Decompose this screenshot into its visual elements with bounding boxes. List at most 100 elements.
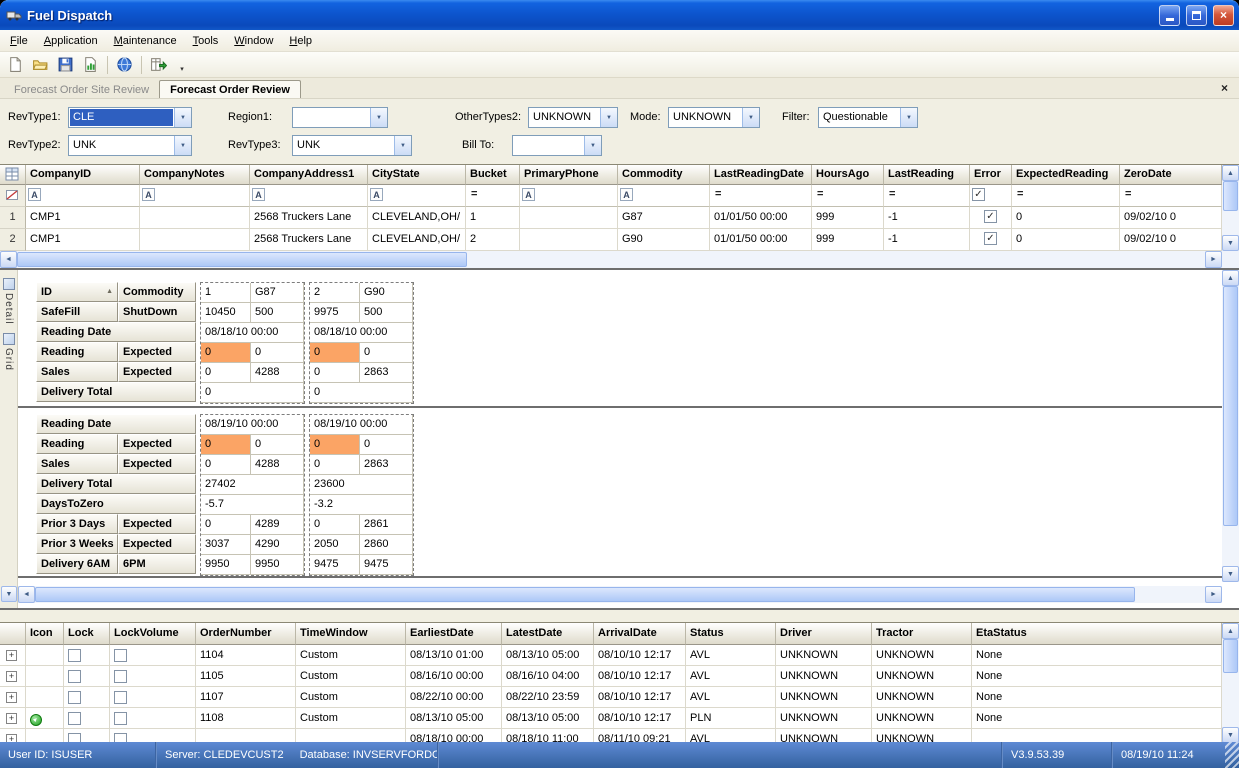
column-header-tractor[interactable]: Tractor — [872, 623, 972, 645]
scrollbar-track[interactable] — [1222, 286, 1239, 566]
column-header-timewindow[interactable]: TimeWindow — [296, 623, 406, 645]
column-header-lockvolume[interactable]: LockVolume — [110, 623, 196, 645]
checkbox-unchecked[interactable] — [68, 733, 81, 742]
filter-cell-primaryphone[interactable]: A — [520, 185, 618, 207]
checkbox-unchecked[interactable] — [68, 649, 81, 662]
side-tab-detail[interactable]: Detail — [3, 278, 15, 325]
scrollbar-thumb[interactable] — [1223, 181, 1238, 211]
expand-button[interactable]: + — [6, 650, 17, 661]
column-header-companynotes[interactable]: CompanyNotes — [140, 165, 250, 185]
v-scrollbar[interactable]: ▲ ▼ — [1222, 623, 1239, 742]
filter-row-icon[interactable] — [0, 185, 26, 207]
filter-cell-citystate[interactable]: A — [368, 185, 466, 207]
column-header-error[interactable]: Error — [970, 165, 1012, 185]
combo-revtype1[interactable]: CLE▼ — [68, 107, 192, 128]
column-header-commodity[interactable]: Commodity — [618, 165, 710, 185]
column-header-ordernumber[interactable]: OrderNumber — [196, 623, 296, 645]
h-scrollbar[interactable]: ◄ ► — [0, 251, 1222, 268]
checkbox-unchecked[interactable] — [68, 670, 81, 683]
column-header-bucket[interactable]: Bucket — [466, 165, 520, 185]
tab-close-button[interactable]: × — [1217, 81, 1232, 96]
checkbox-unchecked[interactable] — [114, 712, 127, 725]
checkbox-unchecked[interactable] — [114, 649, 127, 662]
scrollbar-track[interactable] — [17, 251, 1205, 268]
combo-revtype2[interactable]: UNK▼ — [68, 135, 192, 156]
filter-cell-zerodate[interactable]: = — [1120, 185, 1222, 207]
expand-button[interactable]: + — [6, 713, 17, 724]
scroll-right-button[interactable]: ► — [1205, 586, 1222, 603]
v-scrollbar[interactable]: ▲ ▼ — [1222, 270, 1239, 582]
combo-dropdown-button[interactable]: ▼ — [394, 136, 411, 155]
filter-cell-bucket[interactable]: = — [466, 185, 520, 207]
column-header-arrivaldate[interactable]: ArrivalDate — [594, 623, 686, 645]
column-header-hoursago[interactable]: HoursAgo — [812, 165, 884, 185]
column-header-lastreadingdate[interactable]: LastReadingDate — [710, 165, 812, 185]
table-row[interactable]: +►1108Custom08/13/10 05:0008/13/10 05:00… — [0, 708, 1222, 729]
menu-item-tools[interactable]: Tools — [185, 32, 227, 50]
table-row[interactable]: +1107Custom08/22/10 00:0008/22/10 23:590… — [0, 687, 1222, 708]
menu-item-file[interactable]: File — [2, 32, 36, 50]
scroll-right-button[interactable]: ► — [1205, 251, 1222, 268]
column-header-companyaddress1[interactable]: CompanyAddress1 — [250, 165, 368, 185]
expand-button[interactable]: + — [6, 692, 17, 703]
column-header-companyid[interactable]: CompanyID — [26, 165, 140, 185]
filter-cell-expectedreading[interactable]: = — [1012, 185, 1120, 207]
combo-revtype3[interactable]: UNK▼ — [292, 135, 412, 156]
checkbox-unchecked[interactable] — [68, 691, 81, 704]
scrollbar-thumb[interactable] — [1223, 286, 1238, 526]
menu-item-maintenance[interactable]: Maintenance — [106, 32, 185, 50]
table-row[interactable]: 2CMP12568 Truckers LaneCLEVELAND,OH/2G90… — [0, 229, 1222, 251]
scroll-down-button[interactable]: ▼ — [1222, 727, 1239, 742]
combo-filter[interactable]: Questionable▼ — [818, 107, 918, 128]
close-button[interactable]: × — [1213, 5, 1234, 26]
scroll-left-button[interactable]: ◄ — [0, 251, 17, 268]
combo-dropdown-button[interactable]: ▼ — [742, 108, 759, 127]
open-folder-icon[interactable] — [29, 54, 52, 76]
combo-mode[interactable]: UNKNOWN▼ — [668, 107, 760, 128]
exit-icon[interactable] — [147, 54, 170, 76]
collapse-panel-button[interactable]: ▼ — [1, 586, 17, 602]
maximize-button[interactable] — [1186, 5, 1207, 26]
column-header-primaryphone[interactable]: PrimaryPhone — [520, 165, 618, 185]
combo-bill-to[interactable]: ▼ — [512, 135, 602, 156]
tab-forecast-order-site-review[interactable]: Forecast Order Site Review — [4, 81, 159, 98]
column-header-icon[interactable]: Icon — [26, 623, 64, 645]
column-header-driver[interactable]: Driver — [776, 623, 872, 645]
scroll-down-button[interactable]: ▼ — [1222, 235, 1239, 251]
scrollbar-track[interactable] — [35, 586, 1205, 603]
filter-cell-error[interactable]: ✓ — [970, 185, 1012, 207]
menu-item-help[interactable]: Help — [281, 32, 320, 50]
filter-cell-hoursago[interactable]: = — [812, 185, 884, 207]
filter-cell-companyaddress1[interactable]: A — [250, 185, 368, 207]
row-header[interactable]: 2 — [0, 229, 26, 251]
grid-corner-icon[interactable] — [0, 165, 26, 185]
combo-othertypes2[interactable]: UNKNOWN▼ — [528, 107, 618, 128]
splitter[interactable] — [18, 576, 1222, 578]
save-icon[interactable] — [54, 54, 77, 76]
h-scrollbar[interactable]: ◄ ► — [18, 586, 1222, 603]
checkbox-unchecked[interactable] — [114, 733, 127, 742]
expand-button[interactable]: + — [6, 671, 17, 682]
combo-region1[interactable]: ▼ — [292, 107, 388, 128]
column-header-earliestdate[interactable]: EarliestDate — [406, 623, 502, 645]
combo-dropdown-button[interactable]: ▼ — [584, 136, 601, 155]
tab-forecast-order-review[interactable]: Forecast Order Review — [159, 80, 301, 98]
checkbox-unchecked[interactable] — [68, 712, 81, 725]
scroll-down-button[interactable]: ▼ — [1222, 566, 1239, 582]
combo-dropdown-button[interactable]: ▼ — [174, 108, 191, 127]
scrollbar-track[interactable] — [1222, 181, 1239, 235]
side-tab-grid[interactable]: Grid — [3, 333, 15, 371]
scroll-left-button[interactable]: ◄ — [18, 586, 35, 603]
table-row[interactable]: +1105Custom08/16/10 00:0008/16/10 04:000… — [0, 666, 1222, 687]
expand-button[interactable]: + — [6, 734, 17, 742]
column-header-zerodate[interactable]: ZeroDate — [1120, 165, 1222, 185]
checkbox-unchecked[interactable] — [114, 670, 127, 683]
column-header-latestdate[interactable]: LatestDate — [502, 623, 594, 645]
scroll-up-button[interactable]: ▲ — [1222, 165, 1239, 181]
scrollbar-thumb[interactable] — [1223, 639, 1238, 673]
menu-item-window[interactable]: Window — [226, 32, 281, 50]
column-header-lastreading[interactable]: LastReading — [884, 165, 970, 185]
minimize-button[interactable] — [1159, 5, 1180, 26]
filter-cell-companynotes[interactable]: A — [140, 185, 250, 207]
export-report-icon[interactable] — [79, 54, 102, 76]
